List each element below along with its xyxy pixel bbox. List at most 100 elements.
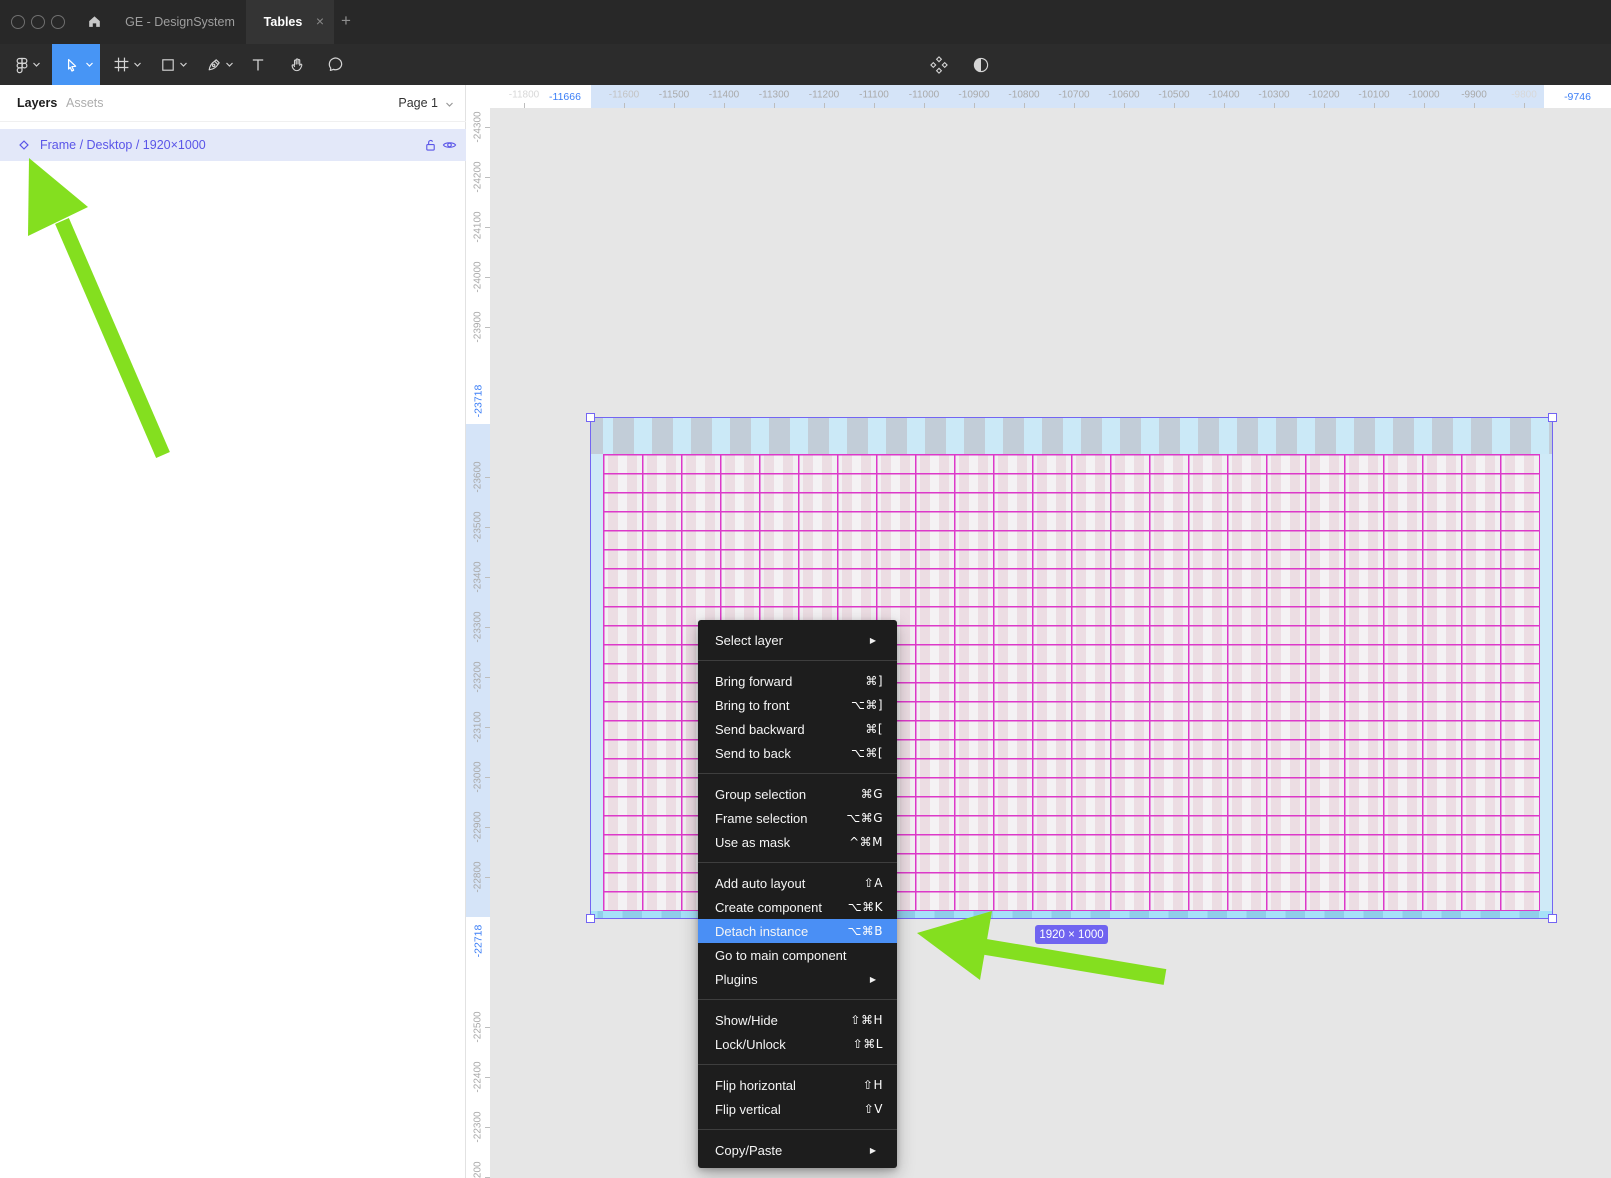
menu-item-go-to-main-component[interactable]: Go to main component xyxy=(698,943,897,967)
menu-item-flip-vertical[interactable]: Flip vertical⇧V xyxy=(698,1097,897,1121)
h-ruler-label: -9800 xyxy=(1511,90,1537,101)
menu-item-shortcut: ^⌘M xyxy=(849,835,883,849)
menu-item-shortcut: ⌥⌘[ xyxy=(851,746,883,760)
menu-item-create-component[interactable]: Create component⌥⌘K xyxy=(698,895,897,919)
h-ruler-label: -10200 xyxy=(1308,90,1339,101)
menu-separator xyxy=(698,1064,897,1065)
menu-item-use-as-mask[interactable]: Use as mask^⌘M xyxy=(698,830,897,854)
component-icon[interactable] xyxy=(926,44,952,85)
h-ruler-tick xyxy=(1374,103,1375,108)
v-ruler-label: -24000 xyxy=(473,261,484,292)
menu-item-label: Send to back xyxy=(715,746,851,761)
menu-item-shortcut: ⇧V xyxy=(864,1102,883,1116)
menu-item-bring-to-front[interactable]: Bring to front⌥⌘] xyxy=(698,693,897,717)
menu-item-label: Copy/Paste xyxy=(715,1143,870,1158)
tab-assets[interactable]: Assets xyxy=(66,96,104,110)
pen-tool-button[interactable] xyxy=(201,44,227,85)
home-icon[interactable] xyxy=(86,13,103,30)
menu-item-shortcut: ⌘[ xyxy=(865,722,883,736)
menu-item-group-selection[interactable]: Group selection⌘G xyxy=(698,782,897,806)
menu-item-send-backward[interactable]: Send backward⌘[ xyxy=(698,717,897,741)
menu-item-label: Use as mask xyxy=(715,835,849,850)
tab-layers[interactable]: Layers xyxy=(17,96,57,110)
menu-item-send-to-back[interactable]: Send to back⌥⌘[ xyxy=(698,741,897,765)
shape-tool-button[interactable] xyxy=(155,44,181,85)
toolbar xyxy=(0,44,1611,85)
v-ruler-tick xyxy=(485,227,490,228)
v-ruler-label: -23500 xyxy=(473,511,484,542)
h-ruler-label: -9900 xyxy=(1461,90,1487,101)
unlock-icon[interactable] xyxy=(424,138,437,152)
window-minimize-button[interactable] xyxy=(31,15,45,29)
v-ruler-label: -22400 xyxy=(473,1061,484,1092)
page-selector[interactable]: Page 1 xyxy=(398,96,438,110)
h-ruler-selection-end: -9746 xyxy=(1544,85,1611,108)
menu-item-label: Lock/Unlock xyxy=(715,1037,853,1052)
selection-handle-bottom-right[interactable] xyxy=(1548,914,1557,923)
menu-item-lock-unlock[interactable]: Lock/Unlock⇧⌘L xyxy=(698,1032,897,1056)
selection-handle-bottom-left[interactable] xyxy=(586,914,595,923)
h-ruler-tick xyxy=(724,103,725,108)
tab-close-icon[interactable]: × xyxy=(312,13,328,29)
menu-item-show-hide[interactable]: Show/Hide⇧⌘H xyxy=(698,1008,897,1032)
menu-item-frame-selection[interactable]: Frame selection⌥⌘G xyxy=(698,806,897,830)
submenu-arrow-icon: ▶ xyxy=(870,636,883,645)
h-ruler-label: -10100 xyxy=(1358,90,1389,101)
selection-handle-top-left[interactable] xyxy=(586,413,595,422)
menu-item-bring-forward[interactable]: Bring forward⌘] xyxy=(698,669,897,693)
h-ruler-label: -10300 xyxy=(1258,90,1289,101)
menu-item-select-layer[interactable]: Select layer▶ xyxy=(698,628,897,652)
text-tool-button[interactable] xyxy=(245,44,271,85)
menu-item-shortcut: ⇧⌘L xyxy=(853,1037,883,1051)
h-ruler-label: -11400 xyxy=(709,90,739,101)
tab-file[interactable]: GE - DesignSystem xyxy=(110,0,250,44)
submenu-arrow-icon: ▶ xyxy=(870,975,883,984)
layer-row-frame[interactable]: Frame / Desktop / 1920×1000 xyxy=(0,129,466,161)
menu-item-add-auto-layout[interactable]: Add auto layout⇧A xyxy=(698,871,897,895)
v-ruler-tick xyxy=(485,477,490,478)
menu-item-copy-paste[interactable]: Copy/Paste▶ xyxy=(698,1138,897,1162)
h-ruler-tick xyxy=(1324,103,1325,108)
v-ruler-tick xyxy=(485,827,490,828)
mask-icon[interactable] xyxy=(968,44,994,85)
h-ruler-tick xyxy=(824,103,825,108)
frame-tool-button[interactable] xyxy=(108,44,134,85)
h-ruler-label: -10000 xyxy=(1408,90,1439,101)
move-tool-button[interactable] xyxy=(52,44,100,85)
menu-item-plugins[interactable]: Plugins▶ xyxy=(698,967,897,991)
h-ruler-tick xyxy=(1024,103,1025,108)
menu-item-shortcut: ⇧⌘H xyxy=(850,1013,883,1027)
tab-file-label: GE - DesignSystem xyxy=(125,15,235,29)
menu-item-label: Go to main component xyxy=(715,948,883,963)
v-ruler-tick xyxy=(485,1027,490,1028)
chevron-down-icon[interactable] xyxy=(445,101,454,108)
h-ruler-tick xyxy=(1524,103,1525,108)
new-tab-button[interactable]: + xyxy=(337,11,355,31)
h-ruler-tick xyxy=(874,103,875,108)
hand-tool-button[interactable] xyxy=(283,44,311,85)
h-ruler-label: -10400 xyxy=(1208,90,1239,101)
tab-tables[interactable]: Tables xyxy=(252,0,314,44)
menu-item-label: Create component xyxy=(715,900,848,915)
v-ruler-tick xyxy=(485,1127,490,1128)
v-ruler-tick xyxy=(485,577,490,578)
h-ruler-label: -10700 xyxy=(1058,90,1089,101)
v-ruler-label: -22900 xyxy=(473,811,484,842)
menu-item-detach-instance[interactable]: Detach instance⌥⌘B xyxy=(698,919,897,943)
v-ruler-label: -23000 xyxy=(473,761,484,792)
menu-item-shortcut: ⇧A xyxy=(864,876,883,890)
menu-item-label: Select layer xyxy=(715,633,870,648)
window-close-button[interactable] xyxy=(11,15,25,29)
window-zoom-button[interactable] xyxy=(51,15,65,29)
h-ruler-tick xyxy=(1274,103,1275,108)
selection-handle-top-right[interactable] xyxy=(1548,413,1557,422)
h-ruler-label: -10900 xyxy=(958,90,989,101)
eye-icon[interactable] xyxy=(442,139,457,151)
v-ruler-label: -23600 xyxy=(473,461,484,492)
comment-tool-button[interactable] xyxy=(321,44,349,85)
menu-item-flip-horizontal[interactable]: Flip horizontal⇧H xyxy=(698,1073,897,1097)
h-ruler-label: -11600 xyxy=(609,90,639,101)
menu-item-label: Flip vertical xyxy=(715,1102,864,1117)
h-ruler-tick xyxy=(1224,103,1225,108)
h-ruler-tick xyxy=(1424,103,1425,108)
